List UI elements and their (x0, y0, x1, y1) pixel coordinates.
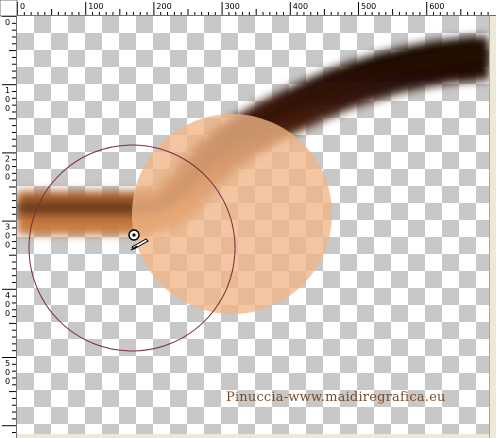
selection-circle[interactable] (132, 114, 332, 314)
ruler-left-label-char: 0 (5, 368, 10, 377)
ruler-left-label-char: 0 (5, 309, 10, 318)
ruler-top (0, 0, 496, 16)
ruler-top-label: 0 (20, 2, 25, 11)
horizontal-scrollbar[interactable] (17, 434, 489, 438)
ruler-top-label: 200 (156, 2, 171, 11)
canvas-overlay: 0 100 200 300 400 500 600 0100200300400500 (0, 0, 496, 438)
ruler-left-label-char: 3 (5, 223, 10, 232)
ruler-top-label: 300 (225, 2, 240, 11)
ruler-corner (0, 0, 18, 17)
ruler-left-label-char: 0 (5, 377, 10, 386)
ruler-left-label-char: 0 (5, 241, 10, 250)
ruler-left-label-char: 5 (5, 359, 10, 368)
ruler-left-label-char: 0 (5, 163, 10, 172)
ruler-left-label-char: 0 (5, 172, 10, 181)
ruler-left-label-char: 0 (5, 232, 10, 241)
ruler-left-label-char: 2 (5, 154, 10, 163)
ruler-left-label-char: 0 (5, 18, 10, 27)
ruler-left-label-char: 0 (5, 300, 10, 309)
ruler-left-label-char: 0 (5, 104, 10, 113)
ruler-top-label: 600 (429, 2, 444, 11)
app-window: 0 100 200 300 400 500 600 0100200300400500 Pin… (0, 0, 496, 438)
ruler-left-label-char: 0 (5, 95, 10, 104)
ruler-top-label: 500 (361, 2, 376, 11)
ruler-top-label: 100 (88, 2, 103, 11)
ruler-left-label-char: 1 (5, 86, 10, 95)
ruler-left-label-char: 4 (5, 291, 10, 300)
watermark-text: Pinuccia-www.maidiregrafica.eu (226, 390, 446, 405)
ruler-top-label: 400 (293, 2, 308, 11)
vertical-scrollbar[interactable] (489, 16, 496, 438)
